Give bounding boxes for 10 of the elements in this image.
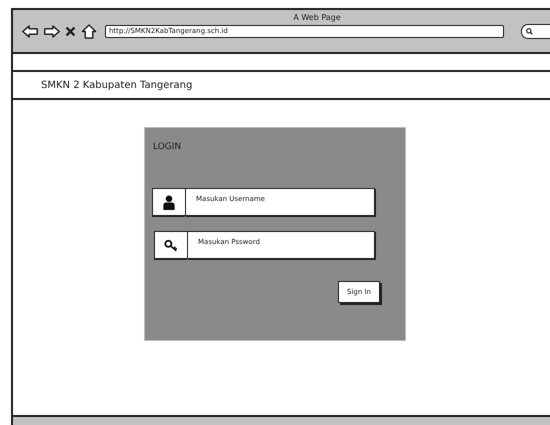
key-icon [164,238,178,252]
person-icon [162,194,176,210]
forward-icon[interactable] [43,24,61,39]
back-icon[interactable] [21,24,39,39]
window-title: A Web Page [293,13,341,22]
search-icon [526,28,533,35]
home-icon[interactable] [80,24,98,39]
login-heading: LOGIN [153,142,182,152]
site-title: SMKN 2 Kabupaten Tangerang [41,80,192,90]
close-icon[interactable] [65,26,76,37]
